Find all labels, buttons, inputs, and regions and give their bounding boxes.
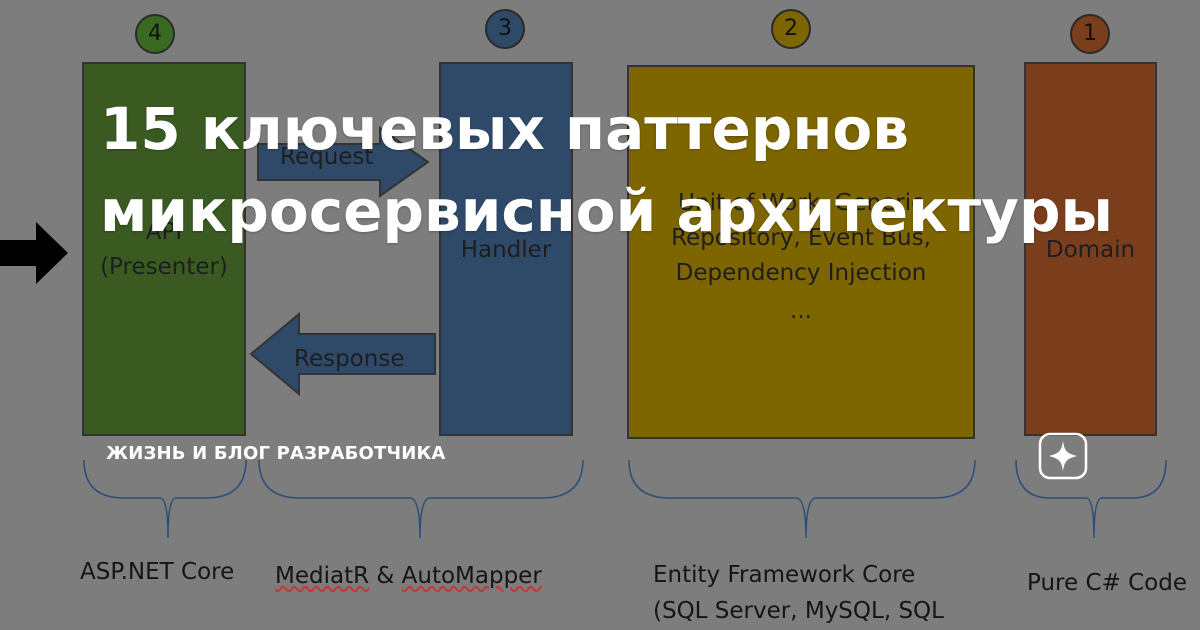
brace-api bbox=[83, 459, 247, 539]
channel-name[interactable]: ЖИЗНЬ И БЛОГ РАЗРАБОТЧИКА bbox=[106, 443, 446, 464]
layer-3-badge: 3 bbox=[485, 9, 525, 49]
article-headline: 15 ключевых паттернов микросервисной арх… bbox=[100, 88, 1180, 252]
ef-core-label: Entity Framework Core bbox=[653, 562, 916, 588]
brace-infra bbox=[628, 459, 976, 539]
aspnet-label: ASP.NET Core bbox=[80, 559, 235, 585]
mediatr-automapper-label: MediatR & AutoMapper bbox=[275, 563, 542, 589]
infra-line-4: ... bbox=[790, 298, 812, 324]
mediatr-label: MediatR bbox=[275, 563, 370, 589]
layer-4-badge: 4 bbox=[135, 14, 175, 54]
headline-line-1: 15 ключевых паттернов bbox=[100, 95, 909, 163]
presenter-label: (Presenter) bbox=[100, 254, 228, 280]
ampersand-label: & bbox=[376, 563, 395, 589]
response-label: Response bbox=[294, 346, 405, 372]
headline-line-2: микросервисной архитектуры bbox=[100, 177, 1113, 245]
layer-2-badge: 2 bbox=[771, 9, 811, 49]
sparkle-icon[interactable] bbox=[1038, 432, 1088, 480]
braces bbox=[83, 459, 1167, 539]
layer-1-badge: 1 bbox=[1070, 14, 1110, 54]
infra-line-3: Dependency Injection bbox=[675, 260, 927, 286]
brace-handler bbox=[258, 459, 584, 539]
automapper-label: AutoMapper bbox=[401, 563, 542, 589]
ef-databases-label: (SQL Server, MySQL, SQL bbox=[653, 598, 944, 624]
arrow-right-icon bbox=[0, 222, 68, 284]
pure-csharp-label: Pure C# Code bbox=[1027, 570, 1187, 596]
